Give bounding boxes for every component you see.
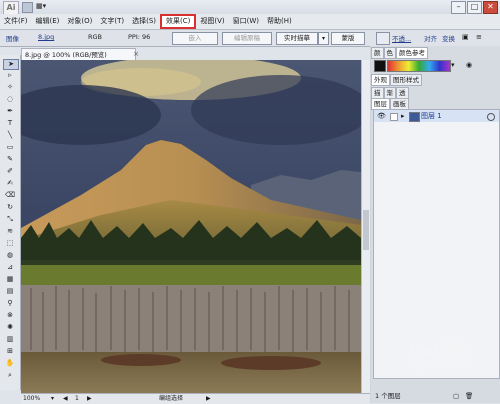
watermark-url: jingyan.baidu.com [407,363,473,371]
edit-original-button[interactable]: 编辑原稿 [222,32,272,45]
tab-color-1[interactable]: 颜 [371,47,384,59]
layer-row[interactable]: 👁 ▸ 图层 1 [374,110,499,122]
layer-name[interactable]: 图层 1 [421,110,442,122]
line-tool-icon[interactable]: ╲ [3,131,17,140]
align-link[interactable]: 对齐 [424,33,437,43]
menu-edit[interactable]: 编辑(E) [32,15,64,28]
artboard-tool-icon[interactable]: ⊞ [3,347,17,356]
lock-toggle[interactable] [390,113,398,121]
control-object-type: 图像 [6,35,19,43]
perspective-grid-tool-icon[interactable]: ⊿ [3,263,17,272]
eyedropper-tool-icon[interactable]: ⚲ [3,299,17,308]
status-bar: 100% ▾ ◀ 1 ▶ 编组选择 ▶ [21,393,370,404]
mask-button[interactable]: 蒙版 [331,32,365,45]
close-button[interactable]: ✕ [483,1,498,14]
eraser-tool-icon[interactable]: ⌫ [3,191,17,200]
type-tool-icon[interactable]: T [3,119,17,128]
scrollbar-thumb[interactable] [363,210,369,250]
menu-bar: 文件(F) 编辑(E) 对象(O) 文字(T) 选择(S) 效果(C) 视图(V… [0,14,500,30]
appearance-panel-tabs: 外观 图形样式 [371,74,422,86]
color-guide-menu-icon[interactable]: ◉ [466,60,476,70]
pencil-tool-icon[interactable]: ✐ [3,167,17,176]
layer-thumbnail [409,112,420,122]
pen-tool-icon[interactable]: ✒ [3,107,17,116]
scale-tool-icon[interactable]: ⤡ [3,215,17,224]
direct-selection-tool-icon[interactable]: ▹ [3,71,17,80]
target-icon[interactable] [487,113,495,121]
live-trace-button[interactable]: 实时描摹 [276,32,318,45]
tab-color-guide[interactable]: 颜色参考 [396,47,428,59]
delete-layer-icon[interactable]: 🗑 [465,391,473,402]
document-tab-close-icon[interactable]: × [131,48,141,60]
opacity-link[interactable]: 不透... [392,33,411,43]
menu-type[interactable]: 文字(T) [96,15,128,28]
bridge-icon[interactable] [22,2,33,13]
app-logo: Ai [3,1,19,15]
zoom-tool-icon[interactable]: ⌕ [3,371,17,380]
isolate-icon[interactable]: ▣ [462,33,472,42]
menu-file[interactable]: 文件(F) [0,15,32,28]
control-bar: 图像 8.jpg RGB PPI: 96 嵌入 编辑原稿 实时描摹 ▾ 蒙版 不… [0,30,500,47]
visibility-eye-icon[interactable]: 👁 [377,110,386,122]
shape-builder-tool-icon[interactable]: ◍ [3,251,17,260]
paintbrush-tool-icon[interactable]: ✎ [3,155,17,164]
tab-color-2[interactable]: 色 [383,47,396,59]
layers-footer: 1 个图层 ▢ 🗑 [373,391,498,402]
watermark: Bai经验 jingyan.baidu.com [385,340,495,384]
maximize-button[interactable]: □ [467,1,482,14]
style-swatch-icon[interactable] [376,32,390,45]
control-ppi: PPI: 96 [128,33,151,41]
selection-tool-icon[interactable]: ➤ [3,59,19,70]
mesh-tool-icon[interactable]: ▦ [3,275,17,284]
embed-button[interactable]: 嵌入 [172,32,218,45]
menu-effect[interactable]: 效果(C) [160,14,197,29]
tab-graphic-styles[interactable]: 图形样式 [390,74,422,86]
magic-wand-tool-icon[interactable]: ✧ [3,83,17,92]
control-file-link[interactable]: 8.jpg [38,33,54,41]
arrange-icon[interactable]: ≡ [476,33,486,42]
color-panel-tabs: 颜 色 颜色参考 [371,47,428,59]
gradient-tool-icon[interactable]: ▤ [3,287,17,296]
blend-tool-icon[interactable]: ⊗ [3,311,17,320]
menu-help[interactable]: 帮助(H) [263,15,296,28]
rectangle-tool-icon[interactable]: ▭ [3,143,17,152]
workspace-dropdown-icon[interactable]: ▦▾ [36,2,50,11]
toolbox: ➤ ▹ ✧ ◌ ✒ T ╲ ▭ ✎ ✐ ✍ ⌫ ↻ ⤡ ≋ ⬚ ◍ ⊿ ▦ ▤ … [0,55,21,390]
harmony-dropdown-icon[interactable]: ▾ [451,60,459,70]
control-color-mode: RGB [88,33,103,41]
transform-link[interactable]: 变换 [442,33,455,43]
layers-list: 👁 ▸ 图层 1 [373,109,500,379]
trace-options-icon[interactable]: ▾ [318,32,329,45]
expand-arrow-icon[interactable]: ▸ [401,110,405,122]
free-transform-tool-icon[interactable]: ⬚ [3,239,17,248]
warp-tool-icon[interactable]: ≋ [3,227,17,236]
new-layer-icon[interactable]: ▢ [453,391,459,402]
rotate-tool-icon[interactable]: ↻ [3,203,17,212]
color-guide-strip[interactable] [387,60,451,72]
window-controls: – □ ✕ [451,1,498,14]
layer-count: 1 个图层 [375,392,401,400]
menu-object[interactable]: 对象(O) [63,15,96,28]
watermark-text: Bai经验 [409,341,471,360]
menu-view[interactable]: 视图(V) [196,15,228,28]
title-bar: Ai ▦▾ – □ ✕ [0,0,500,15]
document-canvas[interactable] [21,60,371,393]
placed-image[interactable] [21,60,361,393]
menu-window[interactable]: 窗口(W) [229,15,263,28]
minimize-button[interactable]: – [451,1,466,14]
column-graph-tool-icon[interactable]: ▥ [3,335,17,344]
blob-brush-tool-icon[interactable]: ✍ [3,179,17,188]
tab-appearance[interactable]: 外观 [371,74,390,86]
hand-tool-icon[interactable]: ✋ [3,359,17,368]
lasso-tool-icon[interactable]: ◌ [3,95,17,104]
menu-select[interactable]: 选择(S) [128,15,160,28]
fill-swatch[interactable] [374,60,386,72]
symbol-sprayer-tool-icon[interactable]: ✺ [3,323,17,332]
